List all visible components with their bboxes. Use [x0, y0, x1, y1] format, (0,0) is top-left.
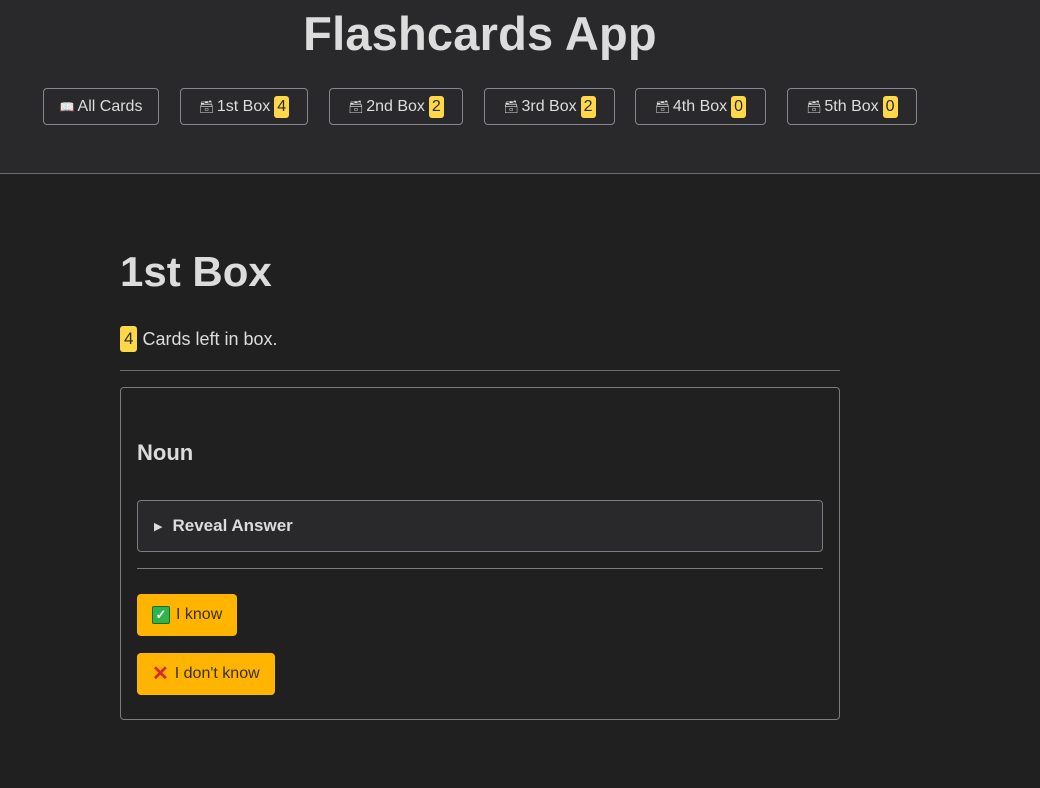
nav-box-4-count-badge: 0 — [731, 95, 747, 118]
nav-box-5-button[interactable]: 🗃 5th Box 0 — [787, 88, 917, 125]
cards-left-text: Cards left in box. — [142, 328, 278, 349]
nav-all-cards-label: All Cards — [77, 97, 143, 115]
reveal-answer-toggle[interactable]: ▶ Reveal Answer — [137, 500, 823, 552]
page-title: 1st Box — [120, 248, 272, 295]
app-header: Flashcards App 📖 All Cards 🗃 1st Box 4 🗃… — [0, 0, 1040, 174]
nav-box-5-label: 5th Box — [824, 97, 879, 115]
divider — [120, 370, 840, 371]
nav-box-3-count-badge: 2 — [580, 95, 596, 118]
card-word: Noun — [137, 440, 194, 465]
cross-mark-icon: ✕ — [152, 663, 169, 685]
card-stack-icon: 🗃 — [198, 99, 215, 114]
i-dont-know-label: I don't know — [174, 665, 260, 682]
nav-all-cards-button[interactable]: 📖 All Cards — [43, 88, 159, 125]
nav-box-1-count-badge: 4 — [274, 95, 290, 118]
card-stack-icon: 🗃 — [503, 99, 519, 114]
nav-box-1-label: 1st Box — [216, 97, 271, 115]
app-title: Flashcards App — [303, 7, 657, 60]
nav-box-3-button[interactable]: 🗃 3rd Box 2 — [484, 88, 615, 125]
nav-box-4-label: 4th Box — [672, 97, 728, 115]
cards-left-line: 4 Cards left in box. — [120, 326, 278, 352]
card-divider — [137, 568, 823, 569]
disclosure-triangle-icon: ▶ — [154, 520, 163, 533]
nav-box-2-count-badge: 2 — [428, 95, 444, 118]
card-stack-icon: 🗃 — [806, 99, 822, 114]
i-dont-know-button[interactable]: ✕ I don't know — [137, 653, 275, 695]
nav-box-5-count-badge: 0 — [882, 95, 898, 118]
open-book-icon: 📖 — [59, 99, 75, 114]
nav-box-3-label: 3rd Box — [521, 97, 577, 115]
nav-box-2-label: 2nd Box — [366, 97, 425, 115]
i-know-label: I know — [176, 606, 223, 623]
reveal-answer-label: Reveal Answer — [172, 516, 293, 535]
i-know-button[interactable]: ✓ I know — [137, 594, 238, 636]
flashcard: Noun ▶ Reveal Answer ✓ I know ✕ I don't … — [120, 387, 840, 720]
card-stack-icon: 🗃 — [348, 99, 364, 114]
nav-box-4-button[interactable]: 🗃 4th Box 0 — [635, 88, 766, 125]
nav-box-2-button[interactable]: 🗃 2nd Box 2 — [329, 88, 463, 125]
cards-left-badge: 4 — [120, 326, 138, 352]
nav-box-1-button[interactable]: 🗃 1st Box 4 — [180, 88, 308, 125]
check-mark-icon: ✓ — [152, 606, 170, 624]
card-stack-icon: 🗃 — [654, 99, 671, 114]
